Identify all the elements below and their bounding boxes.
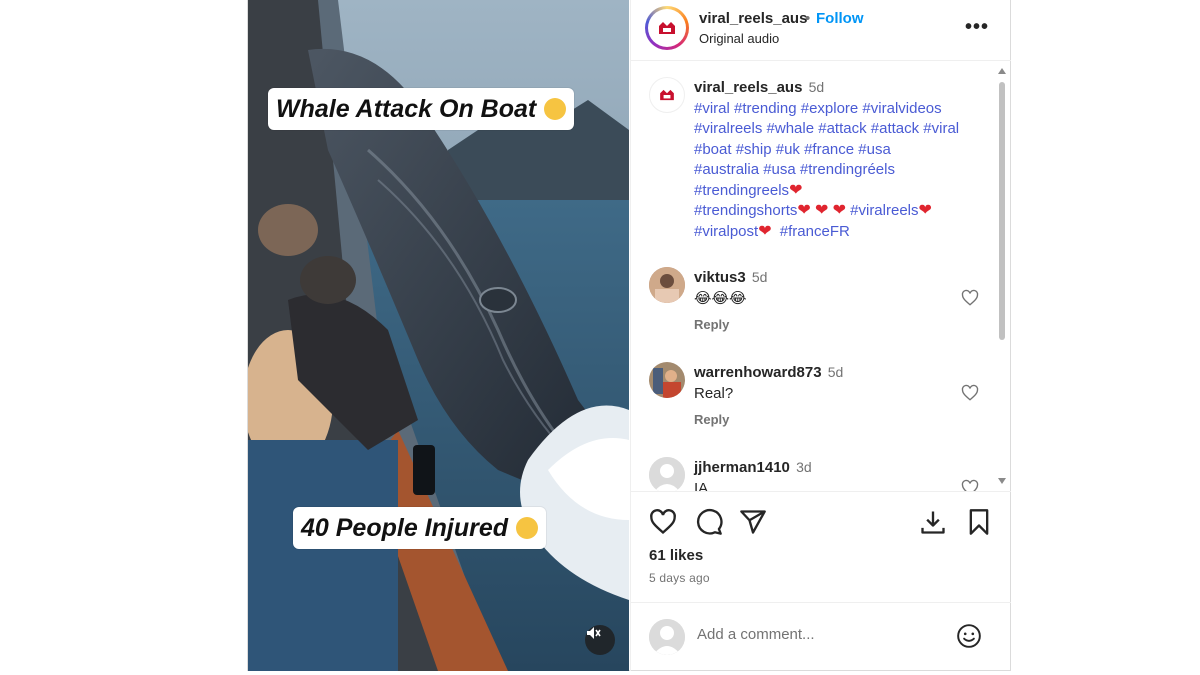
red-heart-icon: ❤ [832, 202, 846, 219]
scroll-up-icon[interactable] [998, 68, 1006, 74]
reel-video[interactable]: Whale Attack On Boat 40 People Injured [248, 0, 629, 671]
hashtag-line[interactable]: #viral #trending #explore #viralvideos [694, 99, 979, 120]
like-heart-icon[interactable] [649, 508, 677, 536]
sweat-face-icon [516, 517, 539, 539]
hashtag-line[interactable]: #boat #ship #uk #france #usa [694, 140, 979, 161]
post-side-panel: viral_reels_aus • Follow Original audio … [630, 0, 1011, 671]
emoji-picker-icon[interactable] [956, 623, 982, 649]
hashtag-line[interactable]: #australia #usa #trendingréels [694, 160, 979, 181]
share-icon[interactable] [739, 508, 767, 536]
hashtag-line[interactable]: #trendingshorts [694, 202, 797, 219]
speaker-muted-icon [587, 627, 601, 639]
red-heart-icon: ❤ [814, 202, 829, 219]
channel-logo-icon [659, 22, 675, 34]
follow-button[interactable]: Follow [816, 10, 864, 27]
heart-icon[interactable] [961, 289, 979, 307]
red-heart-icon: ❤ [758, 222, 772, 240]
hashtag-line[interactable]: #viralreels #whale #attack #attack #vira… [694, 119, 979, 140]
bookmark-icon[interactable] [965, 508, 993, 536]
hashtag-line[interactable]: #trendingreels [694, 182, 789, 199]
reply-button[interactable]: Reply [694, 315, 979, 336]
caption-avatar[interactable] [649, 77, 685, 113]
post-actions: 61 likes 5 days ago [631, 491, 1011, 598]
comment-username[interactable]: viktus3 [694, 269, 746, 286]
red-heart-icon: ❤ [789, 181, 803, 199]
audio-label[interactable]: Original audio [699, 31, 779, 46]
post-date: 5 days ago [649, 571, 710, 585]
video-caption-top: Whale Attack On Boat [268, 88, 575, 130]
caption-username[interactable]: viral_reels_aus [694, 79, 802, 96]
hashtag-line[interactable]: #franceFR [780, 223, 850, 240]
heart-icon[interactable] [961, 384, 979, 402]
mute-button[interactable] [585, 625, 615, 655]
comment-time: 3d [796, 459, 812, 475]
comment-icon[interactable] [695, 508, 723, 536]
more-options-icon[interactable]: ••• [965, 16, 989, 39]
comments-list[interactable]: viral_reels_aus 5d #viral #trending #exp… [631, 61, 1001, 491]
comment-time: 5d [751, 269, 768, 285]
download-icon[interactable] [919, 508, 947, 536]
comment-time: 5d [827, 364, 844, 380]
comment-username[interactable]: warrenhoward873 [694, 364, 822, 381]
red-heart-icon: ❤ [918, 202, 932, 219]
heart-icon[interactable] [961, 479, 979, 491]
caption-time: 5d [808, 79, 825, 95]
comment-input[interactable] [695, 625, 939, 644]
reply-button[interactable]: Reply [694, 410, 979, 431]
post-header: viral_reels_aus • Follow Original audio … [631, 0, 1011, 61]
hashtag-line[interactable]: #viralpost [694, 223, 758, 240]
comment-username[interactable]: jjherman1410 [694, 459, 790, 476]
current-user-avatar [649, 619, 685, 655]
commenter-avatar[interactable] [649, 267, 685, 303]
comments-scrollbar[interactable] [996, 66, 1008, 490]
comment-text: Real? [694, 384, 734, 402]
separator-dot: • [805, 10, 811, 27]
likes-count[interactable]: 61 likes [649, 547, 703, 564]
commenter-avatar[interactable] [649, 362, 685, 398]
channel-logo-icon [660, 89, 674, 101]
author-avatar[interactable] [645, 6, 689, 50]
comment-text: 😂😂😂 [694, 289, 747, 307]
video-caption-bottom: 40 People Injured [293, 507, 547, 549]
red-heart-icon: ❤ [797, 202, 811, 219]
default-avatar-icon [649, 457, 685, 491]
author-username[interactable]: viral_reels_aus [699, 10, 807, 27]
comment-text: IA [694, 479, 709, 492]
screaming-face-icon [544, 98, 567, 120]
hashtag-line[interactable]: #viralreels [850, 202, 918, 219]
scroll-down-icon[interactable] [998, 478, 1006, 484]
scrollbar-thumb[interactable] [999, 82, 1005, 340]
default-avatar-icon [649, 619, 685, 655]
add-comment-bar [631, 602, 1011, 671]
commenter-avatar[interactable] [649, 457, 685, 491]
